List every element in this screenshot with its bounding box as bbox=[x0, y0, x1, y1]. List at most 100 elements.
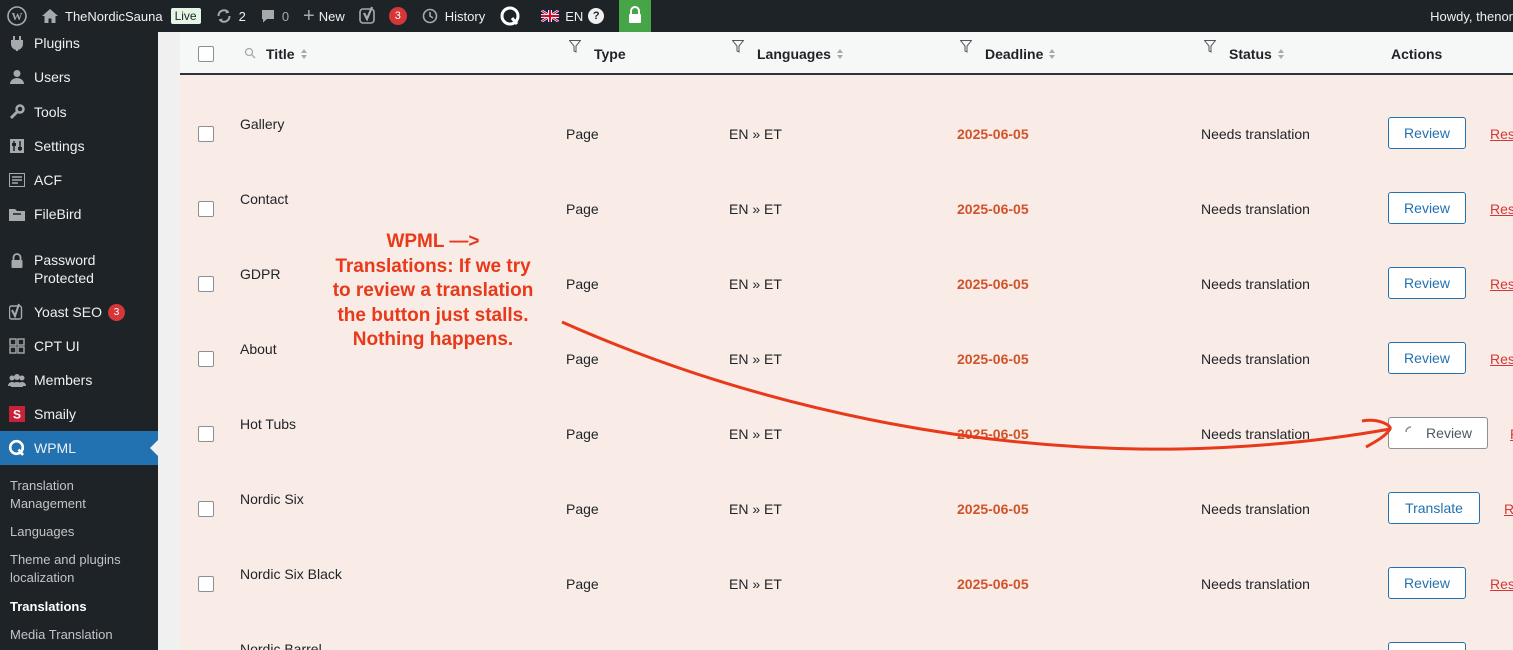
help-icon[interactable]: ? bbox=[588, 8, 605, 24]
review-button[interactable] bbox=[1388, 642, 1466, 650]
site-name-link[interactable]: TheNordicSauna Live bbox=[34, 0, 208, 32]
wordpress-logo-menu[interactable]: W bbox=[0, 0, 34, 32]
row-checkbox[interactable] bbox=[198, 276, 214, 292]
row-languages: EN » ET bbox=[729, 351, 782, 367]
table-header: Title Type Languages Deadline Status Act… bbox=[180, 32, 1513, 75]
review-button-loading[interactable]: Review bbox=[1388, 417, 1488, 449]
padlock-icon bbox=[628, 5, 642, 27]
submenu-theme-plugins-localization[interactable]: Theme and plugins localization bbox=[10, 551, 150, 587]
filter-icon[interactable] bbox=[959, 40, 973, 56]
filter-icon[interactable] bbox=[731, 40, 745, 56]
row-type: Page bbox=[566, 426, 599, 442]
resend-link[interactable]: Res bbox=[1490, 126, 1513, 142]
review-button[interactable]: Review bbox=[1388, 567, 1466, 599]
column-status-header[interactable]: Status bbox=[1229, 32, 1284, 75]
live-badge: Live bbox=[170, 8, 201, 24]
row-status: Needs translation bbox=[1201, 426, 1310, 442]
history-link[interactable]: History bbox=[414, 0, 492, 32]
row-deadline: 2025-06-05 bbox=[957, 201, 1029, 217]
resend-link[interactable]: Res bbox=[1490, 351, 1513, 367]
smaily-icon: S bbox=[0, 406, 34, 422]
sidebar-item-wpml[interactable]: WPML bbox=[0, 431, 158, 465]
sort-icon bbox=[836, 48, 843, 60]
sidebar-item-acf[interactable]: ACF bbox=[0, 169, 158, 191]
resend-link[interactable]: Res bbox=[1490, 576, 1513, 592]
sidebar-item-settings[interactable]: Settings bbox=[0, 135, 158, 157]
row-title[interactable]: About bbox=[240, 341, 277, 357]
table-row: Nordic Six Page EN » ET 2025-06-05 Needs… bbox=[180, 470, 1513, 545]
filter-icon[interactable] bbox=[1203, 40, 1217, 56]
acf-icon bbox=[0, 173, 34, 187]
review-button[interactable]: Review bbox=[1388, 192, 1466, 224]
updates-link[interactable]: 2 bbox=[208, 0, 253, 32]
row-title[interactable]: Nordic Six bbox=[240, 491, 304, 507]
table-row: Nordic Barrel bbox=[180, 620, 1513, 650]
review-button[interactable]: Review bbox=[1388, 342, 1466, 374]
language-switcher[interactable]: EN ? bbox=[534, 0, 611, 32]
row-checkbox[interactable] bbox=[198, 351, 214, 367]
row-checkbox[interactable] bbox=[198, 126, 214, 142]
row-title[interactable]: GDPR bbox=[240, 266, 280, 282]
language-label: EN bbox=[565, 8, 584, 24]
submenu-media-translation[interactable]: Media Translation bbox=[10, 626, 150, 644]
column-type-header[interactable]: Type bbox=[594, 32, 626, 75]
lock-icon bbox=[0, 251, 34, 269]
security-lock-link[interactable] bbox=[619, 0, 652, 32]
row-title[interactable]: Nordic Six Black bbox=[240, 566, 342, 582]
translate-button[interactable]: Translate bbox=[1388, 492, 1480, 524]
row-checkbox[interactable] bbox=[198, 576, 214, 592]
filter-icon[interactable] bbox=[568, 40, 582, 56]
row-deadline: 2025-06-05 bbox=[957, 426, 1029, 442]
resend-link[interactable]: R bbox=[1504, 501, 1513, 517]
sidebar-item-members[interactable]: Members bbox=[0, 369, 158, 391]
annotation-line: the button just stalls. bbox=[337, 304, 529, 326]
yoast-notification-count: 3 bbox=[107, 303, 125, 321]
row-title[interactable]: Gallery bbox=[240, 116, 284, 132]
row-checkbox[interactable] bbox=[198, 501, 214, 517]
column-deadline-header[interactable]: Deadline bbox=[985, 32, 1056, 75]
my-account-link[interactable]: Howdy, thenor bbox=[1430, 0, 1513, 32]
sidebar-item-label: ACF bbox=[34, 172, 62, 188]
sidebar-item-label: Password Protected bbox=[34, 252, 96, 286]
row-title[interactable]: Contact bbox=[240, 191, 288, 207]
row-status: Needs translation bbox=[1201, 201, 1310, 217]
yoast-menu[interactable]: 3 bbox=[352, 0, 414, 32]
row-title[interactable]: Hot Tubs bbox=[240, 416, 296, 432]
sidebar-item-filebird[interactable]: FileBird bbox=[0, 203, 158, 225]
review-button[interactable]: Review bbox=[1388, 267, 1466, 299]
sidebar-item-password-protected[interactable]: Password Protected bbox=[0, 251, 158, 287]
resend-link[interactable]: Res bbox=[1490, 201, 1513, 217]
table-row: Nordic Six Black Page EN » ET 2025-06-05… bbox=[180, 545, 1513, 620]
sidebar-item-plugins[interactable]: Plugins bbox=[0, 32, 158, 54]
select-all-checkbox[interactable] bbox=[198, 32, 214, 75]
row-checkbox[interactable] bbox=[198, 201, 214, 217]
sidebar-item-smaily[interactable]: S Smaily bbox=[0, 403, 158, 425]
sidebar-item-label: WPML bbox=[34, 440, 76, 456]
submenu-translations[interactable]: Translations bbox=[10, 598, 150, 616]
new-label: New bbox=[318, 8, 345, 24]
sidebar-item-label: Members bbox=[34, 372, 93, 388]
new-content-link[interactable]: + New bbox=[296, 0, 352, 32]
sidebar-item-yoast-seo[interactable]: Yoast SEO 3 bbox=[0, 301, 158, 323]
table-row: Hot Tubs Page EN » ET 2025-06-05 Needs t… bbox=[180, 395, 1513, 470]
sidebar-item-users[interactable]: Users bbox=[0, 66, 158, 88]
row-checkbox[interactable] bbox=[198, 426, 214, 442]
settings-icon bbox=[0, 138, 34, 154]
row-title[interactable]: Nordic Barrel bbox=[240, 641, 322, 650]
resend-link[interactable]: Res bbox=[1490, 276, 1513, 292]
column-title-header[interactable]: Title bbox=[244, 32, 307, 75]
column-label: Title bbox=[266, 45, 295, 62]
sidebar-item-cpt-ui[interactable]: CPT UI bbox=[0, 335, 158, 357]
row-type: Page bbox=[566, 126, 599, 142]
column-languages-header[interactable]: Languages bbox=[757, 32, 843, 75]
sidebar-item-tools[interactable]: Tools bbox=[0, 101, 158, 123]
wordpress-icon: W bbox=[7, 6, 27, 26]
comments-link[interactable]: 0 bbox=[253, 0, 296, 32]
submenu-languages[interactable]: Languages bbox=[10, 523, 150, 541]
submenu-translation-management[interactable]: Translation Management bbox=[10, 477, 150, 513]
annotation-line: WPML —> bbox=[386, 231, 480, 252]
wpml-icon bbox=[499, 5, 521, 27]
annotation-line: Translations: If we try bbox=[335, 255, 531, 277]
wpml-bar-link[interactable] bbox=[492, 0, 534, 32]
review-button[interactable]: Review bbox=[1388, 117, 1466, 149]
